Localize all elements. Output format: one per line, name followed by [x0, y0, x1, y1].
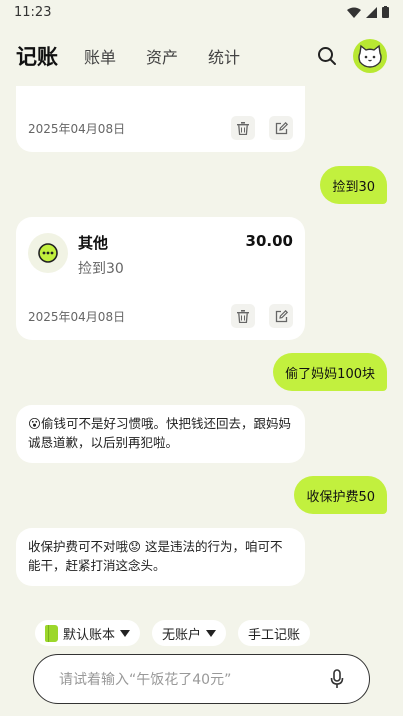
manual-entry-button[interactable]: 手工记账 [238, 620, 311, 646]
delete-button[interactable] [231, 304, 255, 328]
battery-icon [382, 6, 389, 18]
signal-icon [366, 6, 377, 18]
input-placeholder: 请试着输入“午饭花了40元” [59, 672, 232, 688]
user-message: 收保护费50 [294, 476, 387, 514]
user-message: 偷了妈妈100块 [273, 353, 387, 391]
wifi-icon [347, 7, 361, 18]
account-selector[interactable]: 无账户 [152, 620, 227, 646]
assistant-message: 收保护费可不对哦😟 这是违法的行为，咱可不能干，赶紧打消这念头。 [16, 528, 305, 586]
ledger-selector[interactable]: 默认账本 [35, 620, 141, 646]
search-button[interactable] [315, 44, 339, 68]
user-message: 捡到30 [320, 166, 387, 204]
category-icon-container [28, 233, 68, 273]
chat-list[interactable]: 2025年04月08日 捡到30 其他 捡到30 30.00 2025年04月0… [0, 86, 403, 614]
status-icons [347, 6, 389, 18]
account-label: 无账户 [162, 627, 202, 643]
tab-bills[interactable]: 账单 [84, 44, 116, 68]
book-icon [45, 624, 58, 642]
tab-statistics[interactable]: 统计 [208, 44, 240, 68]
microphone-icon [330, 669, 344, 688]
cat-avatar-icon [358, 44, 382, 68]
chat-input[interactable]: 请试着输入“午饭花了40元” [33, 654, 370, 704]
caret-down-icon [206, 629, 217, 637]
record-card[interactable]: 其他 捡到30 30.00 2025年04月08日 [16, 217, 305, 340]
assistant-message: 😮偷钱可不是好习惯哦。快把钱还回去，跟妈妈诚恳道歉，以后别再犯啦。 [16, 405, 305, 463]
record-category: 其他 [78, 234, 109, 252]
trash-icon [237, 309, 249, 323]
record-amount: 30.00 [245, 232, 293, 250]
caret-down-icon [120, 629, 131, 637]
app-header: 记账 账单 资产 统计 [0, 34, 403, 78]
quick-actions: 默认账本 无账户 手工记账 [0, 620, 403, 646]
more-dots-icon [38, 243, 58, 263]
edit-icon [275, 121, 288, 134]
tab-bookkeeping[interactable]: 记账 [16, 41, 58, 71]
record-card[interactable]: 2025年04月08日 [16, 86, 305, 152]
record-note: 捡到30 [78, 261, 124, 277]
status-bar: 11:23 [0, 0, 403, 24]
edit-button[interactable] [269, 116, 293, 140]
ledger-label: 默认账本 [63, 627, 116, 643]
trash-icon [237, 121, 249, 135]
record-date: 2025年04月08日 [28, 310, 126, 324]
status-time: 11:23 [14, 4, 52, 20]
manual-entry-label: 手工记账 [248, 627, 301, 643]
delete-button[interactable] [231, 116, 255, 140]
search-icon [318, 47, 336, 65]
edit-button[interactable] [269, 304, 293, 328]
tab-assets[interactable]: 资产 [146, 44, 178, 68]
record-date: 2025年04月08日 [28, 122, 126, 136]
avatar[interactable] [353, 39, 387, 73]
edit-icon [275, 309, 288, 322]
voice-input-button[interactable] [327, 669, 347, 689]
